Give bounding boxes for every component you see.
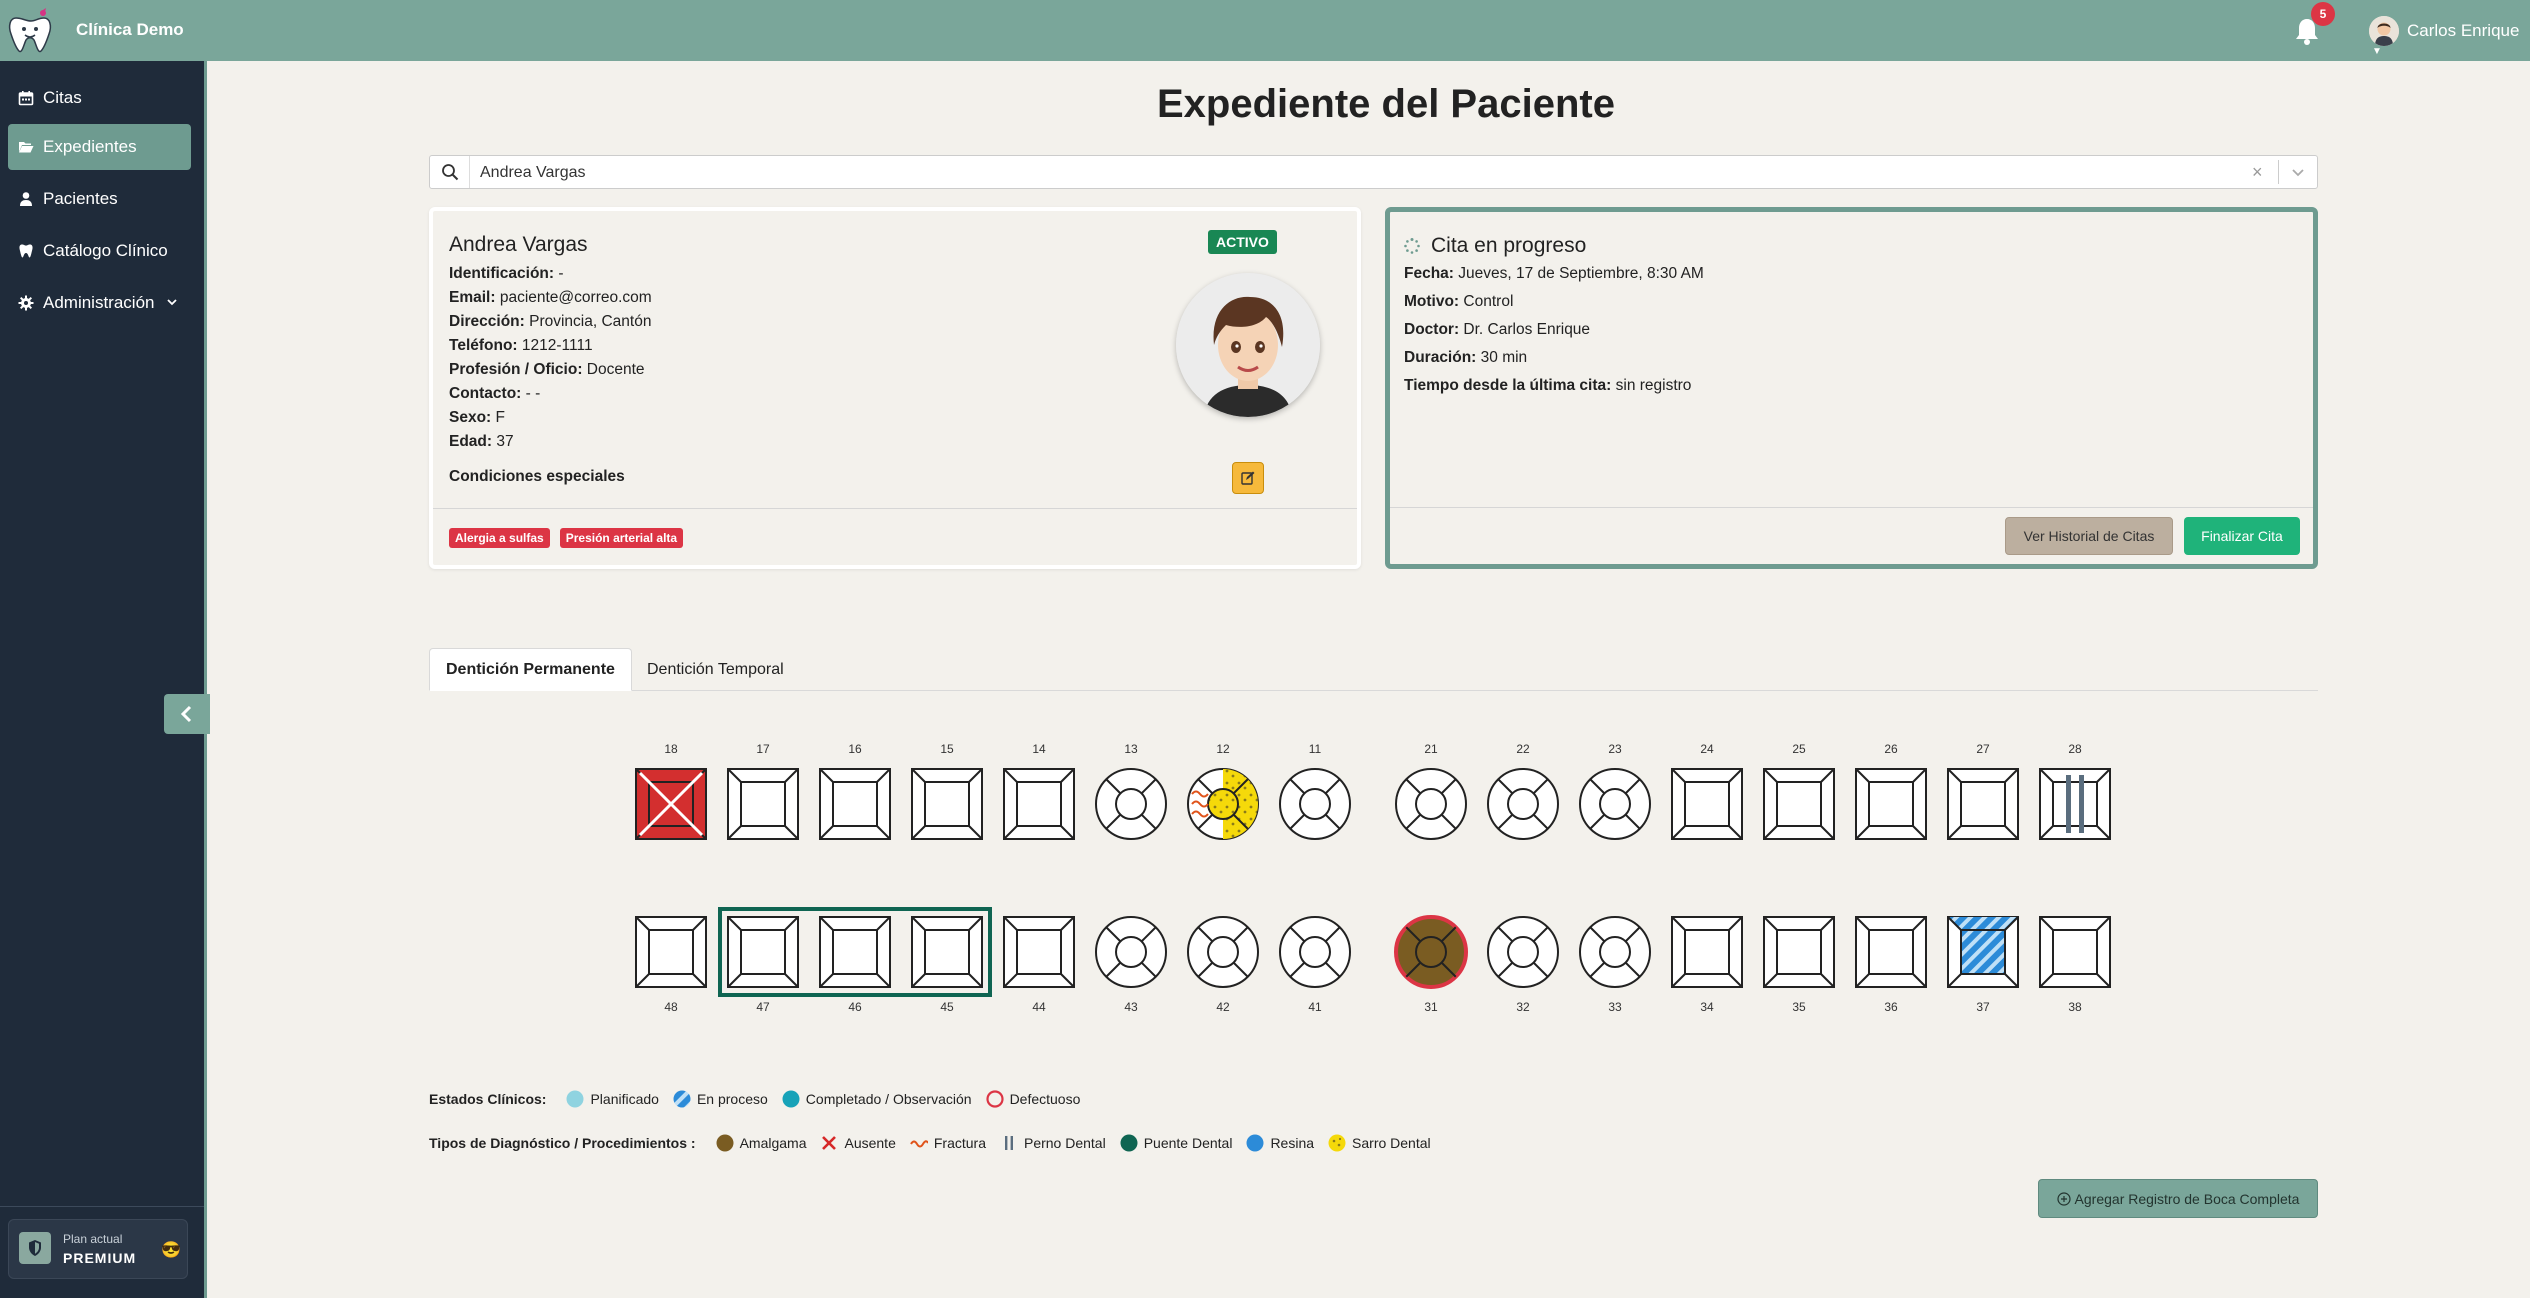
legend-item-amalgama: Amalgama: [716, 1134, 806, 1152]
legend-item-sarro: Sarro Dental: [1328, 1134, 1431, 1152]
tooth-number-label: 46: [848, 1000, 862, 1014]
tooth-number-label: 15: [940, 742, 954, 756]
tooth-number-label: 36: [1884, 1000, 1898, 1014]
tooth-45[interactable]: 45: [911, 916, 983, 1014]
tooth-number-label: 28: [2068, 742, 2082, 756]
planned-dot-icon: [566, 1090, 584, 1108]
tooth-33[interactable]: 33: [1579, 916, 1651, 1014]
legend-item-completado: Completado / Observación: [782, 1090, 972, 1108]
tooth-number-label: 24: [1700, 742, 1714, 756]
tooth-number-label: 25: [1792, 742, 1806, 756]
tooth-13[interactable]: 13: [1095, 742, 1167, 840]
tooth-22[interactable]: 22: [1487, 742, 1559, 840]
tooth-number-label: 14: [1032, 742, 1046, 756]
tooth-number-label: 16: [848, 742, 862, 756]
tooth-23[interactable]: 23: [1579, 742, 1651, 840]
legend-states: Estados Clínicos: Planificado En proceso…: [429, 1090, 1094, 1108]
amalgam-dot-icon: [716, 1134, 734, 1152]
legend-item-fractura: Fractura: [910, 1134, 986, 1152]
tooth-17[interactable]: 17: [727, 742, 799, 840]
tooth-25[interactable]: 25: [1763, 742, 1835, 840]
tooth-16[interactable]: 16: [819, 742, 891, 840]
tooth-number-label: 48: [664, 1000, 678, 1014]
tooth-11[interactable]: 11: [1279, 742, 1351, 840]
tooth-number-label: 21: [1424, 742, 1438, 756]
fracture-wave-icon: [910, 1140, 928, 1148]
in-progress-striped-icon: [673, 1090, 691, 1108]
tartar-dot-icon: [1328, 1134, 1346, 1152]
defective-ring-icon: [985, 1090, 1004, 1108]
tooth-32[interactable]: 32: [1487, 916, 1559, 1014]
legend-item-planificado: Planificado: [566, 1090, 659, 1108]
tooth-number-label: 17: [756, 742, 770, 756]
legend-item-perno: Perno Dental: [1000, 1134, 1106, 1152]
tooth-number-label: 31: [1424, 1000, 1438, 1014]
tooth-28[interactable]: 28: [2039, 742, 2111, 840]
legend-states-title: Estados Clínicos:: [429, 1091, 547, 1107]
resin-dot-icon: [1246, 1134, 1264, 1152]
tooth-number-label: 13: [1124, 742, 1138, 756]
tooth-number-label: 45: [940, 1000, 954, 1014]
tooth-number-label: 44: [1032, 1000, 1046, 1014]
tooth-number-label: 47: [756, 1000, 770, 1014]
legend-types: Tipos de Diagnóstico / Procedimientos : …: [429, 1134, 1445, 1152]
legend-item-puente: Puente Dental: [1120, 1134, 1232, 1152]
tooth-number-label: 18: [664, 742, 678, 756]
odontogram-chart: 18 17 16 15 14 13 12 11 21 22 23 24 25 26 27 28 48 47 46 45…: [635, 742, 2111, 1014]
tooth-18[interactable]: 18: [635, 742, 707, 840]
tooth-number-label: 11: [1309, 742, 1322, 756]
tooth-number-label: 42: [1216, 1000, 1230, 1014]
tooth-27[interactable]: 27: [1947, 742, 2019, 840]
tooth-38[interactable]: 38: [2039, 916, 2111, 1014]
tooth-42[interactable]: 42: [1187, 916, 1259, 1014]
tooth-44[interactable]: 44: [1003, 916, 1075, 1014]
absent-x-icon: [822, 1136, 837, 1150]
tooth-46[interactable]: 46: [819, 916, 891, 1014]
tooth-26[interactable]: 26: [1855, 742, 1927, 840]
odontogram: 18 17 16 15 14 13 12 11 21 22 23 24 25 26 27 28 48 47 46 45…: [0, 0, 2530, 1298]
legend-item-en-proceso: En proceso: [673, 1090, 768, 1108]
tooth-37[interactable]: 37: [1947, 916, 2019, 1014]
tooth-number-label: 32: [1516, 1000, 1530, 1014]
add-full-mouth-record-button[interactable]: Agregar Registro de Boca Completa: [2038, 1179, 2318, 1218]
tooth-number-label: 22: [1516, 742, 1530, 756]
tooth-14[interactable]: 14: [1003, 742, 1075, 840]
tooth-12[interactable]: 12: [1187, 742, 1259, 840]
tooth-number-label: 26: [1884, 742, 1898, 756]
tooth-41[interactable]: 41: [1279, 916, 1351, 1014]
tooth-48[interactable]: 48: [635, 916, 707, 1014]
tooth-24[interactable]: 24: [1671, 742, 1743, 840]
tooth-number-label: 33: [1608, 1000, 1622, 1014]
legend-item-resina: Resina: [1246, 1134, 1314, 1152]
legend-types-title: Tipos de Diagnóstico / Procedimientos :: [429, 1135, 696, 1151]
tooth-36[interactable]: 36: [1855, 916, 1927, 1014]
tooth-number-label: 38: [2068, 1000, 2082, 1014]
tooth-43[interactable]: 43: [1095, 916, 1167, 1014]
legend-item-defectuoso: Defectuoso: [985, 1090, 1080, 1108]
tooth-number-label: 27: [1976, 742, 1990, 756]
tooth-number-label: 34: [1700, 1000, 1714, 1014]
tooth-47[interactable]: 47: [727, 916, 799, 1014]
tooth-35[interactable]: 35: [1763, 916, 1835, 1014]
tooth-21[interactable]: 21: [1395, 742, 1467, 840]
tooth-number-label: 41: [1308, 1000, 1322, 1014]
plus-circle-icon: [2056, 1191, 2071, 1206]
tooth-31[interactable]: 31: [1394, 915, 1468, 1014]
tooth-number-label: 43: [1124, 1000, 1138, 1014]
bridge-dot-icon: [1120, 1134, 1138, 1152]
post-bars-icon: [1004, 1136, 1013, 1150]
tooth-number-label: 37: [1976, 1000, 1990, 1014]
tooth-number-label: 23: [1608, 742, 1622, 756]
tooth-34[interactable]: 34: [1671, 916, 1743, 1014]
legend-item-ausente: Ausente: [820, 1134, 896, 1152]
completed-dot-icon: [782, 1090, 800, 1108]
tooth-number-label: 35: [1792, 1000, 1806, 1014]
tooth-15[interactable]: 15: [911, 742, 983, 840]
tooth-number-label: 12: [1216, 742, 1230, 756]
